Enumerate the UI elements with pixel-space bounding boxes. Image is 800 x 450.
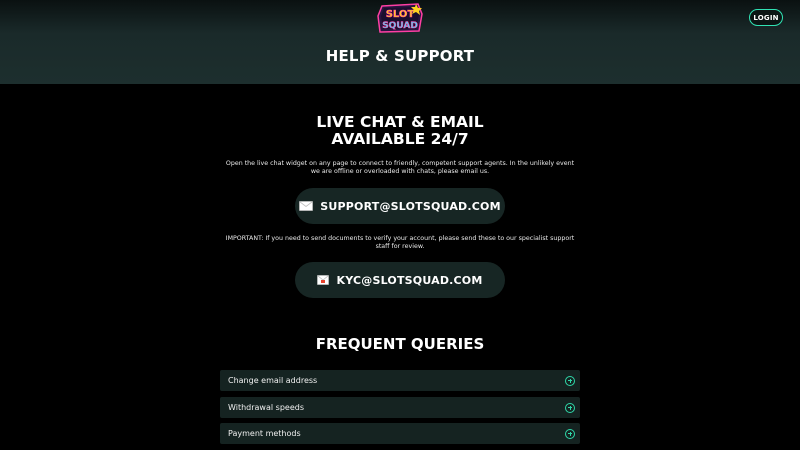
plus-circle-icon[interactable] [565,428,575,439]
envelope-icon [299,201,314,211]
faq-item-label: Withdrawal speeds [228,403,304,412]
logo-text-bottom: SQUAD [382,21,418,31]
live-chat-heading-line2: AVAILABLE 24/7 [331,130,469,148]
live-chat-heading: LIVE CHAT & EMAIL AVAILABLE 24/7 [0,114,800,148]
plus-circle-icon[interactable] [565,402,575,413]
envelope-icon [317,275,330,285]
plus-circle-icon[interactable] [565,375,575,386]
faq-item-payment-methods[interactable]: Payment methods [220,423,580,444]
important-note: IMPORTANT: If you need to send documents… [225,235,575,250]
site-header: SLOT SQUAD LOGIN HELP & SUPPORT [0,0,800,84]
live-chat-description: Open the live chat widget on any page to… [225,160,575,175]
live-chat-heading-line1: LIVE CHAT & EMAIL [316,113,484,131]
faq-item-label: Change email address [228,376,318,385]
support-email-button[interactable]: SUPPORT@SLOTSQUAD.COM [295,188,505,224]
faq-heading: FREQUENT QUERIES [315,335,485,353]
support-email-label: SUPPORT@SLOTSQUAD.COM [320,199,501,213]
login-button[interactable]: LOGIN [749,9,783,26]
page-title: HELP & SUPPORT [325,47,475,65]
faq-item-change-email[interactable]: Change email address [220,370,580,391]
faq-item-withdrawal-speeds[interactable]: Withdrawal speeds [220,397,580,418]
faq-item-label: Payment methods [228,429,301,438]
kyc-email-label: KYC@SLOTSQUAD.COM [336,273,483,287]
kyc-email-button[interactable]: KYC@SLOTSQUAD.COM [295,262,505,298]
slot-squad-logo[interactable]: SLOT SQUAD [376,2,424,34]
logo-text-top: SLOT [386,9,415,20]
